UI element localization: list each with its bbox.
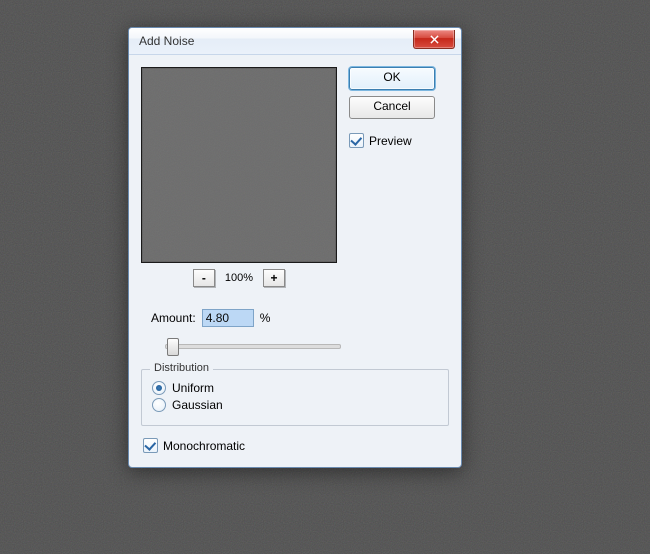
amount-unit: % bbox=[260, 311, 271, 325]
monochromatic-row: Monochromatic bbox=[143, 438, 449, 453]
amount-slider[interactable] bbox=[165, 335, 341, 355]
uniform-radio[interactable] bbox=[152, 381, 166, 395]
zoom-controls: - 100% + bbox=[193, 269, 285, 287]
slider-thumb[interactable] bbox=[167, 338, 179, 356]
amount-row: Amount: % bbox=[151, 309, 449, 327]
gaussian-radio[interactable] bbox=[152, 398, 166, 412]
plus-icon: + bbox=[271, 272, 278, 284]
preview-checkbox-row: Preview bbox=[349, 133, 435, 148]
top-row: - 100% + OK Cancel Preview bbox=[141, 67, 449, 287]
ok-button[interactable]: OK bbox=[349, 67, 435, 90]
slider-track bbox=[165, 344, 341, 349]
minus-icon: - bbox=[202, 272, 206, 284]
gaussian-radio-row: Gaussian bbox=[152, 398, 438, 412]
preview-checkbox-label: Preview bbox=[369, 134, 412, 148]
titlebar[interactable]: Add Noise bbox=[129, 28, 461, 55]
monochromatic-label: Monochromatic bbox=[163, 439, 245, 453]
close-button[interactable] bbox=[413, 30, 455, 49]
dialog-title: Add Noise bbox=[139, 34, 194, 48]
zoom-in-button[interactable]: + bbox=[263, 269, 285, 287]
preview-column: - 100% + bbox=[141, 67, 337, 287]
amount-input[interactable] bbox=[202, 309, 254, 327]
distribution-legend: Distribution bbox=[150, 362, 213, 374]
preview-canvas[interactable] bbox=[141, 67, 337, 263]
amount-label: Amount: bbox=[151, 311, 196, 325]
actions-column: OK Cancel Preview bbox=[349, 67, 435, 287]
cancel-button[interactable]: Cancel bbox=[349, 96, 435, 119]
gaussian-radio-label: Gaussian bbox=[172, 398, 223, 412]
close-icon bbox=[430, 35, 439, 44]
preview-checkbox[interactable] bbox=[349, 133, 364, 148]
monochromatic-checkbox[interactable] bbox=[143, 438, 158, 453]
uniform-radio-label: Uniform bbox=[172, 381, 214, 395]
zoom-value: 100% bbox=[225, 272, 253, 284]
distribution-fieldset: Distribution Uniform Gaussian bbox=[141, 369, 449, 426]
zoom-out-button[interactable]: - bbox=[193, 269, 215, 287]
dialog-body: - 100% + OK Cancel Preview Amount: bbox=[129, 55, 461, 467]
uniform-radio-row: Uniform bbox=[152, 381, 438, 395]
add-noise-dialog: Add Noise - 100% + OK Canc bbox=[128, 27, 462, 468]
